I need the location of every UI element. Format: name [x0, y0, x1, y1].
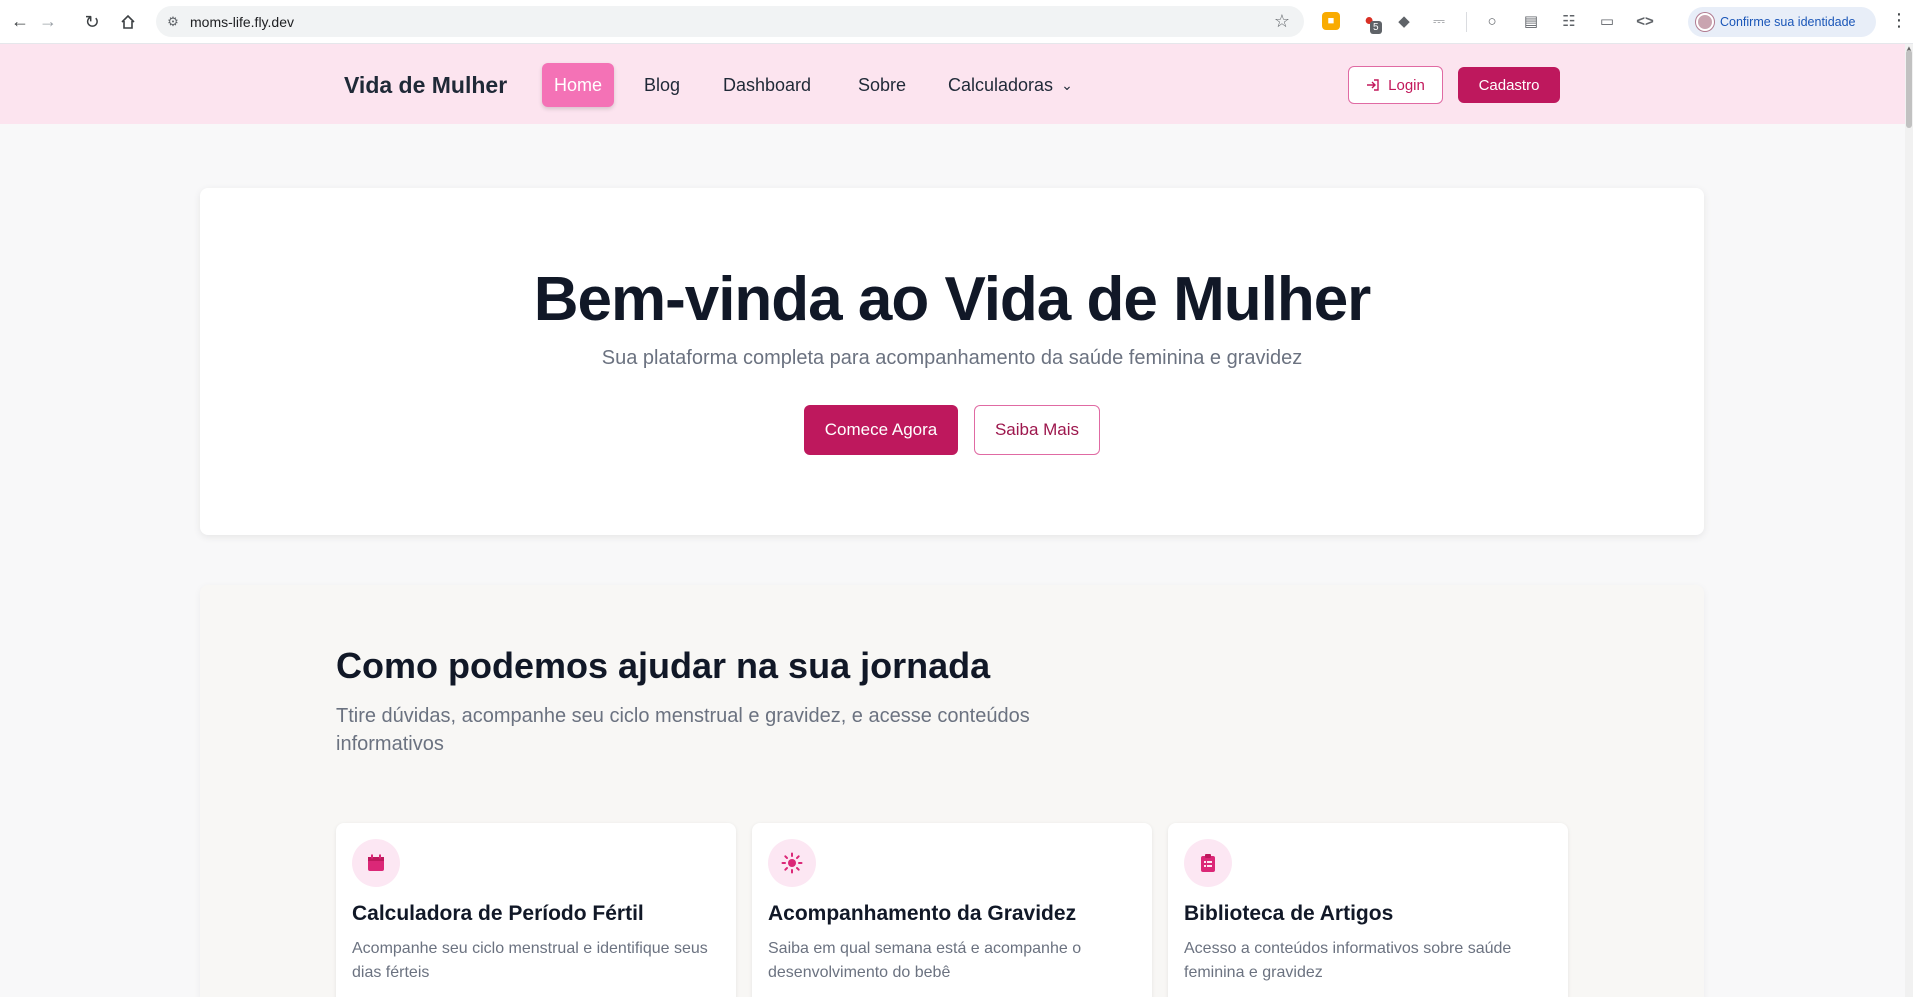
incognito-icon[interactable]: ○	[1481, 10, 1503, 32]
avatar	[1696, 13, 1714, 31]
hero-subtitle: Sua plataforma completa para acompanhame…	[601, 347, 1303, 369]
nav-home[interactable]: Home	[542, 63, 615, 107]
extension-diamond-icon[interactable]: ◆	[1393, 10, 1415, 32]
extensions-puzzle-icon[interactable]: ⎓	[1428, 10, 1450, 32]
feature-card-description: Saiba em qual semana está e acompanhe o …	[768, 940, 1082, 981]
address-bar[interactable]: ⚙ moms-life.fly.dev ☆	[156, 6, 1304, 37]
feature-card-title: Calculadora de Período Fértil	[352, 902, 644, 925]
translate-icon[interactable]: ☷	[1558, 10, 1580, 32]
brand-logo[interactable]: Vida de Mulher	[344, 72, 507, 99]
site-settings-icon[interactable]: ⚙	[156, 14, 190, 30]
nav-blog[interactable]: Blog	[632, 63, 692, 107]
profile-button[interactable]: Confirme sua identidade	[1688, 7, 1876, 37]
feature-card-title: Acompanhamento da Gravidez	[768, 902, 1077, 925]
nav-calculadoras-label: Calculadoras	[948, 74, 1054, 95]
extension-keep-icon[interactable]: ■	[1322, 12, 1340, 30]
hero-section: Bem-vinda ao Vida de Mulher Sua platafor…	[200, 188, 1704, 535]
features-section: Como podemos ajudar na sua jornada Ttire…	[200, 585, 1704, 997]
hero-title: Bem-vinda ao Vida de Mulher	[533, 265, 1372, 334]
features-subtitle: Ttire dúvidas, acompanhe seu ciclo menst…	[336, 705, 1030, 755]
saiba-mais-button[interactable]: Saiba Mais	[974, 405, 1100, 455]
profile-label: Confirme sua identidade	[1720, 15, 1856, 29]
clipboard-icon	[1184, 839, 1232, 887]
toolbar-separator	[1466, 12, 1467, 32]
feature-card-fertile[interactable]: Calculadora de Período Fértil Acompanhe …	[336, 823, 736, 997]
feature-card-pregnancy[interactable]: Acompanhamento da Gravidez Saiba em qual…	[752, 823, 1152, 997]
features-title: Como podemos ajudar na sua jornada	[336, 645, 991, 686]
url-text[interactable]: moms-life.fly.dev	[190, 14, 294, 30]
bookmark-star-icon[interactable]: ☆	[1274, 11, 1290, 32]
trash-icon[interactable]: ▤	[1520, 10, 1542, 32]
site-navbar: Vida de Mulher Home Blog Dashboard Sobre…	[0, 44, 1905, 124]
nav-calculadoras[interactable]: Calculadoras ⌄	[936, 63, 1085, 107]
calendar-icon	[352, 839, 400, 887]
chevron-down-icon: ⌄	[1061, 76, 1073, 93]
browser-toolbar: ← → ↻ ⚙ moms-life.fly.dev ☆ ■ ⚫ 5 ◆ ⎓ ○ …	[0, 0, 1913, 44]
login-label: Login	[1388, 76, 1425, 94]
scrollbar-thumb[interactable]	[1906, 50, 1912, 128]
reload-icon[interactable]: ↻	[74, 0, 110, 44]
forward-icon[interactable]: →	[30, 0, 66, 44]
device-icon[interactable]: ▭	[1596, 10, 1618, 32]
nav-dashboard[interactable]: Dashboard	[711, 63, 823, 107]
sun-icon	[768, 839, 816, 887]
page-scrollbar[interactable]: ▲	[1905, 44, 1913, 997]
feature-card-title: Biblioteca de Artigos	[1184, 902, 1394, 925]
home-icon[interactable]	[110, 0, 146, 44]
comece-agora-button[interactable]: Comece Agora	[804, 405, 958, 455]
feature-card-articles[interactable]: Biblioteca de Artigos Acesso a conteúdos…	[1168, 823, 1568, 997]
cadastro-button[interactable]: Cadastro	[1458, 67, 1560, 103]
extension-badge: 5	[1370, 21, 1382, 34]
feature-card-description: Acompanhe seu ciclo menstrual e identifi…	[352, 940, 708, 981]
feature-card-description: Acesso a conteúdos informativos sobre sa…	[1184, 940, 1512, 981]
nav-sobre[interactable]: Sobre	[846, 63, 918, 107]
code-icon[interactable]: <>	[1634, 10, 1656, 32]
login-button[interactable]: Login	[1348, 66, 1443, 104]
login-icon	[1367, 79, 1379, 91]
menu-kebab-icon[interactable]: ⋮	[1890, 10, 1908, 31]
